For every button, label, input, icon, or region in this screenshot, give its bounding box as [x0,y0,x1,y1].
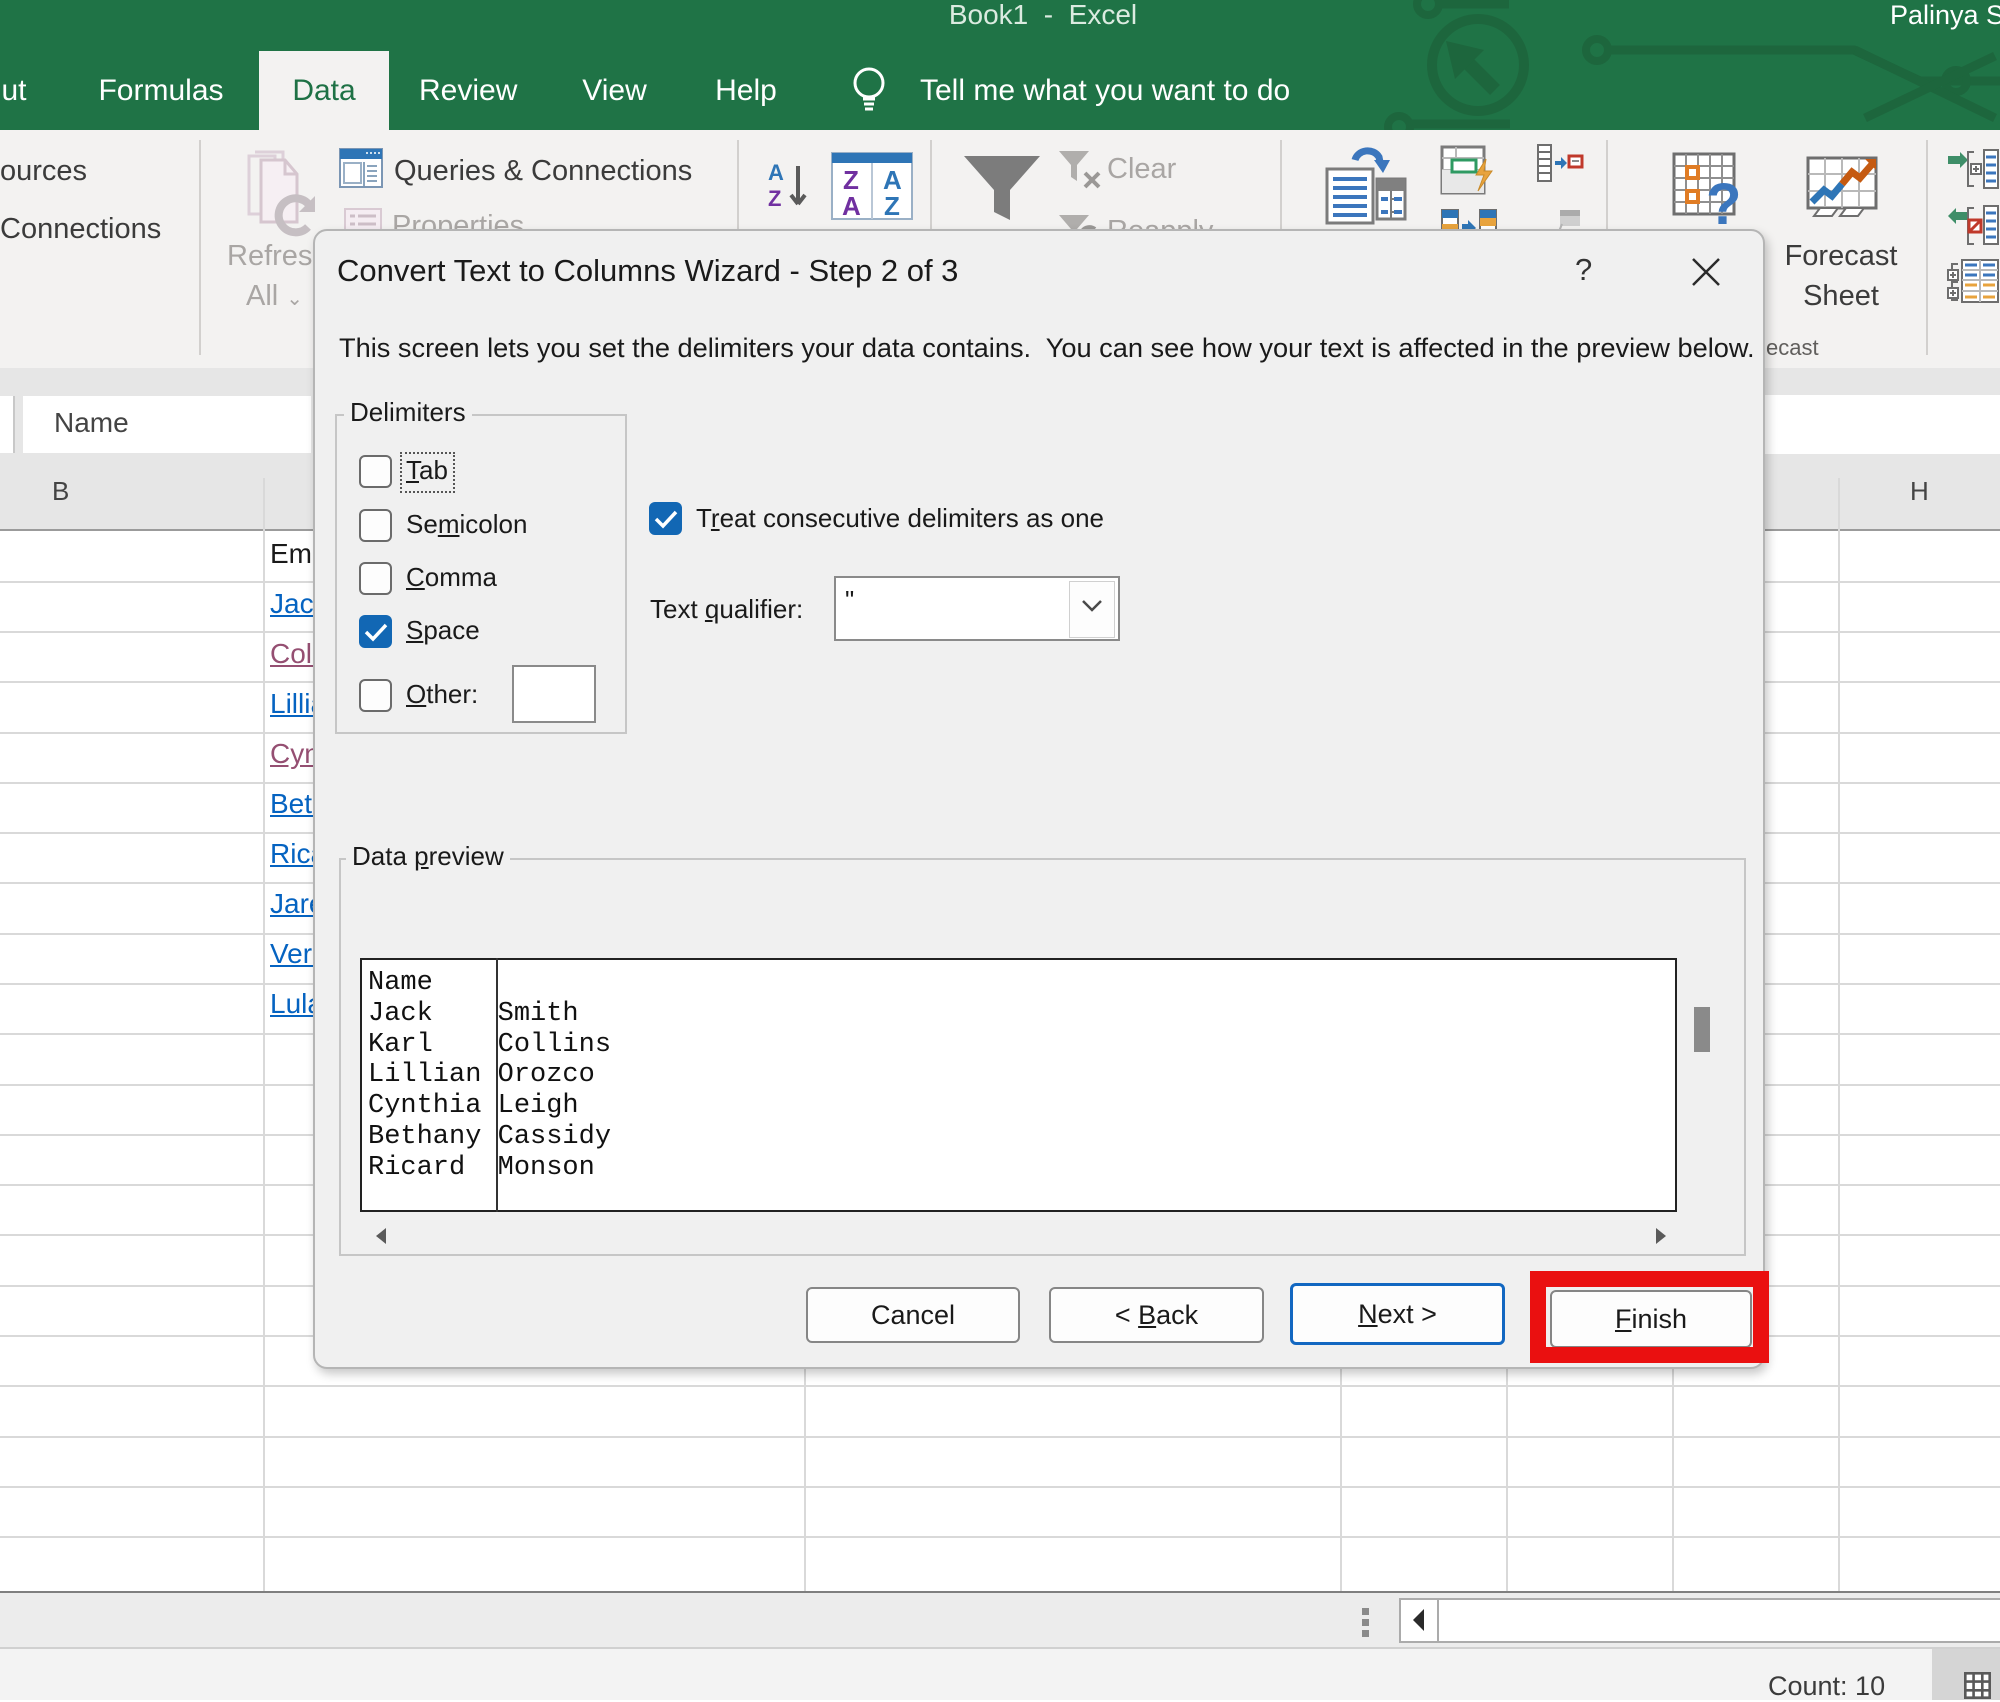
svg-text:Z: Z [884,191,900,220]
svg-text:Z: Z [768,186,781,211]
svg-text:A: A [768,160,784,185]
svg-text:?: ? [1706,172,1741,232]
svg-text:A: A [842,191,861,220]
